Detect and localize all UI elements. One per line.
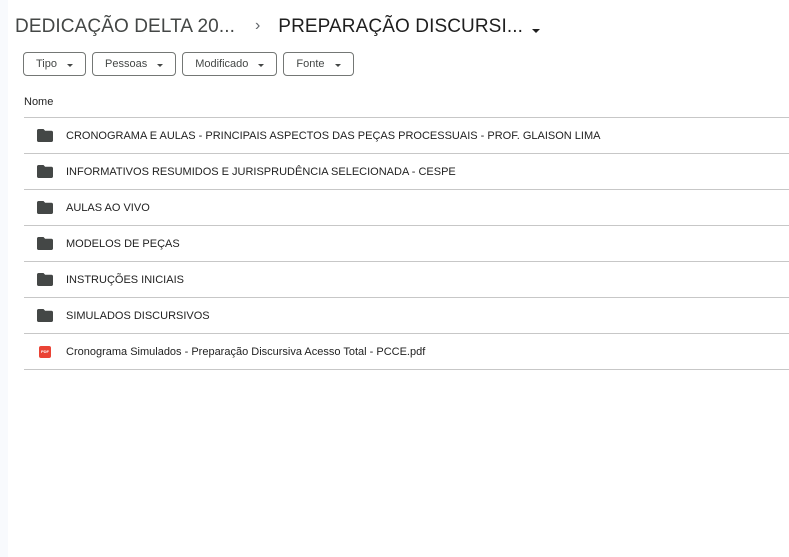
caret-down-icon bbox=[67, 63, 73, 67]
list-item[interactable]: INSTRUÇÕES INICIAIS bbox=[24, 262, 789, 298]
list-item[interactable]: MODELOS DE PEÇAS bbox=[24, 226, 789, 262]
caret-down-icon bbox=[531, 29, 540, 33]
side-panel-edge bbox=[0, 0, 8, 557]
folder-icon bbox=[24, 201, 66, 214]
folder-icon bbox=[24, 129, 66, 142]
breadcrumb-separator-icon: › bbox=[254, 17, 261, 34]
caret-down-icon bbox=[334, 63, 341, 67]
item-name: CRONOGRAMA E AULAS - PRINCIPAIS ASPECTOS… bbox=[66, 129, 601, 142]
filter-tipo-button[interactable]: Tipo bbox=[23, 52, 86, 76]
list-item[interactable]: AULAS AO VIVO bbox=[24, 190, 789, 226]
filter-modificado-button[interactable]: Modificado bbox=[182, 52, 278, 76]
item-name: SIMULADOS DISCURSIVOS bbox=[66, 309, 210, 322]
breadcrumb-current[interactable]: PREPARAÇÃO DISCURSI... bbox=[278, 16, 540, 38]
file-list: CRONOGRAMA E AULAS - PRINCIPAIS ASPECTOS… bbox=[24, 117, 789, 370]
list-item[interactable]: CRONOGRAMA E AULAS - PRINCIPAIS ASPECTOS… bbox=[24, 118, 789, 154]
folder-icon bbox=[24, 237, 66, 250]
breadcrumb-current-label: PREPARAÇÃO DISCURSI... bbox=[278, 16, 523, 37]
folder-icon bbox=[24, 309, 66, 322]
pdf-file-icon: PDF bbox=[24, 345, 66, 358]
caret-down-icon bbox=[157, 63, 164, 67]
breadcrumb-parent[interactable]: DEDICAÇÃO DELTA 20... bbox=[15, 16, 235, 38]
item-name: AULAS AO VIVO bbox=[66, 201, 150, 214]
item-name: INFORMATIVOS RESUMIDOS E JURISPRUDÊNCIA … bbox=[66, 165, 456, 178]
folder-icon bbox=[24, 165, 66, 178]
list-item[interactable]: INFORMATIVOS RESUMIDOS E JURISPRUDÊNCIA … bbox=[24, 154, 789, 190]
item-name: Cronograma Simulados - Preparação Discur… bbox=[66, 345, 426, 358]
breadcrumb: DEDICAÇÃO DELTA 20... › PREPARAÇÃO DISCU… bbox=[15, 12, 540, 42]
filter-fonte-button[interactable]: Fonte bbox=[283, 52, 354, 76]
caret-down-icon bbox=[258, 63, 265, 67]
filter-label: Fonte bbox=[296, 58, 325, 70]
filter-pessoas-button[interactable]: Pessoas bbox=[92, 52, 177, 76]
filter-label: Tipo bbox=[36, 58, 57, 70]
list-item[interactable]: SIMULADOS DISCURSIVOS bbox=[24, 298, 789, 334]
column-header-nome[interactable]: Nome bbox=[24, 96, 53, 108]
item-name: MODELOS DE PEÇAS bbox=[66, 237, 180, 250]
filter-label: Modificado bbox=[195, 58, 249, 70]
folder-icon bbox=[24, 273, 66, 286]
pdf-icon: PDF bbox=[39, 345, 51, 358]
filter-label: Pessoas bbox=[105, 58, 148, 70]
list-item[interactable]: PDF Cronograma Simulados - Preparação Di… bbox=[24, 334, 789, 370]
filter-chips: Tipo Pessoas Modificado Fonte bbox=[23, 52, 354, 76]
item-name: INSTRUÇÕES INICIAIS bbox=[66, 273, 184, 286]
